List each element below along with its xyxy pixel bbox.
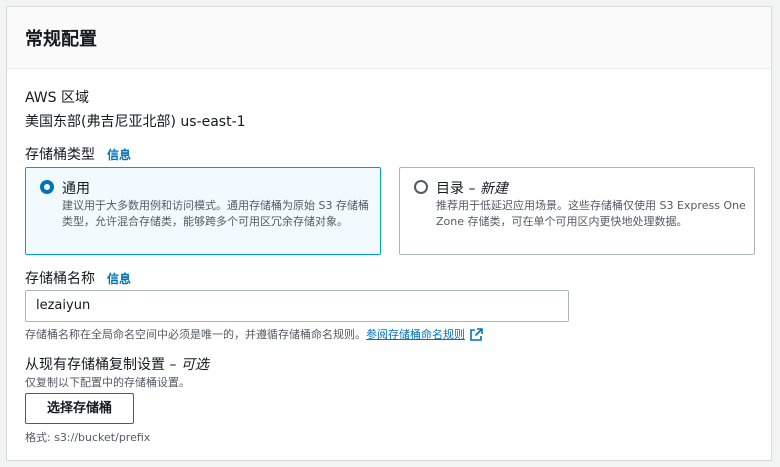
directory-title-new: 新建	[479, 181, 508, 197]
region-label: AWS 区域	[25, 90, 89, 106]
directory-radio[interactable]	[414, 180, 428, 194]
bucket-type-label-row: 存储桶类型 信息	[25, 144, 131, 164]
directory-title-text: 目录 –	[436, 181, 480, 197]
panel-header: 常规配置	[7, 7, 771, 69]
copy-settings-description: 仅复制以下配置中的存储桶设置。	[25, 376, 190, 389]
copy-settings-optional: 可选	[180, 357, 209, 373]
bucket-name-info-link[interactable]: 信息	[107, 272, 131, 286]
general-configuration-panel: 常规配置 AWS 区域 美国东部(弗吉尼亚北部) us-east-1 存储桶类型…	[6, 6, 772, 461]
bucket-type-directory-tile[interactable]: 目录 – 新建 推荐用于低延迟应用场景。这些存储桶仅使用 S3 Express …	[399, 167, 755, 255]
bucket-type-general-tile[interactable]: 通用 建议用于大多数用例和访问模式。通用存储桶为原始 S3 存储桶类型，允许混合…	[25, 167, 381, 255]
naming-rules-link[interactable]: 参阅存储桶命名规则	[366, 328, 465, 341]
bucket-name-hint: 存储桶名称在全局命名空间中必须是唯一的，并遵循存储桶命名规则。参阅存储桶命名规则	[25, 326, 483, 342]
copy-settings-label: 从现有存储桶复制设置 – 可选	[25, 354, 209, 374]
external-link-icon[interactable]	[469, 328, 483, 342]
general-radio[interactable]	[40, 180, 54, 194]
region-value: 美国东部(弗吉尼亚北部) us-east-1	[25, 114, 246, 130]
general-title-text: 通用	[62, 181, 90, 197]
bucket-format-hint: 格式: s3://bucket/prefix	[25, 431, 151, 444]
directory-tile-description: 推荐用于低延迟应用场景。这些存储桶仅使用 S3 Express One Zone…	[436, 199, 746, 228]
bucket-name-label: 存储桶名称	[25, 271, 95, 287]
general-tile-description: 建议用于大多数用例和访问模式。通用存储桶为原始 S3 存储桶类型，允许混合存储类…	[62, 199, 369, 228]
directory-tile-title: 目录 – 新建	[436, 178, 508, 198]
bucket-type-info-link[interactable]: 信息	[107, 148, 131, 162]
bucket-type-label: 存储桶类型	[25, 147, 95, 163]
copy-settings-label-text: 从现有存储桶复制设置 –	[25, 357, 181, 373]
choose-bucket-button[interactable]: 选择存储桶	[25, 393, 134, 424]
bucket-name-label-row: 存储桶名称 信息	[25, 268, 131, 288]
bucket-name-hint-text: 存储桶名称在全局命名空间中必须是唯一的，并遵循存储桶命名规则。	[25, 328, 366, 341]
panel-title: 常规配置	[25, 29, 97, 50]
bucket-name-input[interactable]: lezaiyun	[25, 290, 569, 322]
general-tile-title: 通用	[62, 178, 90, 198]
